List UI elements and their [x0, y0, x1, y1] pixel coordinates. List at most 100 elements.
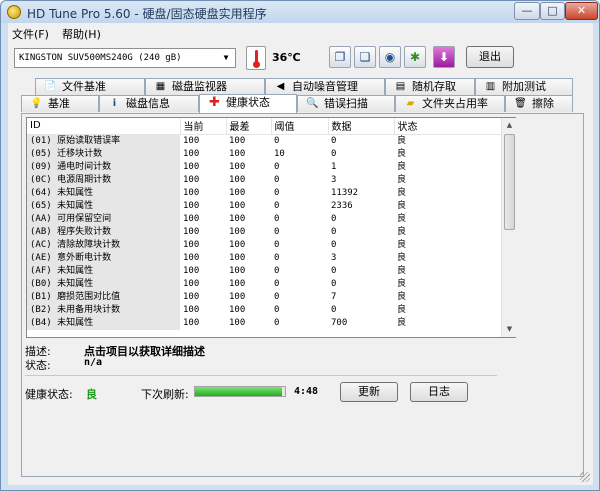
health-icon: ✚: [209, 95, 220, 110]
scroll-down-icon[interactable]: ▼: [502, 322, 517, 337]
tab-folder-usage[interactable]: ▰ 文件夹占用率: [395, 95, 505, 112]
tab-erase[interactable]: 🗑 擦除: [505, 95, 573, 112]
exit-button[interactable]: 退出: [466, 46, 514, 68]
table-cell: 3: [331, 174, 337, 185]
tab-extra-tests[interactable]: ▥ 附加测试: [475, 78, 573, 95]
table-cell: 100: [183, 135, 200, 146]
table-cell: (B0) 未知属性: [27, 277, 180, 291]
menu-file[interactable]: 文件(F): [12, 26, 49, 42]
table-cell: 0: [274, 239, 280, 250]
table-cell: 100: [229, 252, 246, 263]
table-cell: 11392: [331, 187, 359, 198]
refresh-progress-bar: [194, 386, 286, 397]
table-cell: 良: [397, 148, 407, 159]
table-cell: 0: [274, 135, 280, 146]
health-status-value: 良: [86, 388, 97, 401]
scroll-up-icon[interactable]: ▲: [502, 118, 517, 133]
table-cell: 良: [397, 291, 407, 302]
header-worst[interactable]: 最差: [226, 118, 272, 135]
tab-error-scan[interactable]: 🔍 错误扫描: [297, 95, 395, 112]
drive-select[interactable]: KINGSTON SUV500MS240G (240 gB) ▼: [14, 48, 236, 68]
dropdown-arrow-icon[interactable]: ▼: [218, 50, 234, 66]
disk-monitor-icon: ▦: [155, 81, 166, 92]
log-button[interactable]: 日志: [410, 382, 468, 402]
table-cell: (AF) 未知属性: [27, 264, 180, 278]
table-cell: 0: [274, 317, 280, 328]
table-cell: 0: [331, 304, 337, 315]
table-row[interactable]: (B0) 未知属性 100 100 0 0 良: [27, 277, 501, 291]
minimize-button[interactable]: —: [514, 2, 540, 20]
table-cell: 10: [274, 148, 285, 159]
table-scrollbar[interactable]: ▲ ▼: [501, 118, 516, 337]
tab-random-access[interactable]: ▤ 随机存取: [385, 78, 475, 95]
tab-health[interactable]: ✚ 健康状态: [199, 94, 297, 113]
table-row[interactable]: (01) 原始读取错误率 100 100 0 0 良: [27, 134, 501, 148]
table-cell: 2336: [331, 200, 353, 211]
table-cell: 100: [229, 161, 246, 172]
title-bar[interactable]: HD Tune Pro 5.60 - 硬盘/固态硬盘实用程序 — □ ✕: [1, 1, 599, 23]
temperature-value: 36℃: [272, 51, 301, 64]
table-row[interactable]: (B4) 未知属性 100 100 0 700 良: [27, 316, 501, 330]
scroll-thumb[interactable]: [504, 134, 515, 230]
table-row[interactable]: (AF) 未知属性 100 100 0 0 良: [27, 264, 501, 278]
table-cell: 100: [183, 200, 200, 211]
table-row[interactable]: (B1) 磨损范围对比值 100 100 0 7 良: [27, 290, 501, 304]
health-status-label: 健康状态:: [25, 388, 73, 401]
tab-benchmark[interactable]: 💡 基准: [21, 95, 99, 112]
copy-screenshot-icon[interactable]: ❏: [354, 46, 376, 68]
table-cell: (65) 未知属性: [27, 199, 180, 213]
table-cell: 1: [331, 161, 337, 172]
benchmark-icon: 💡: [30, 98, 43, 109]
table-cell: 良: [397, 226, 407, 237]
table-row[interactable]: (AC) 清除故障块计数 100 100 0 0 良: [27, 238, 501, 252]
table-cell: 100: [229, 278, 246, 289]
table-row[interactable]: (0C) 电源周期计数 100 100 0 3 良: [27, 173, 501, 187]
table-cell: 0: [274, 304, 280, 315]
table-cell: 100: [229, 291, 246, 302]
menu-help[interactable]: 帮助(H): [62, 26, 101, 42]
table-cell: 100: [183, 161, 200, 172]
header-current[interactable]: 当前: [180, 118, 227, 135]
tab-disk-info[interactable]: i 磁盘信息: [99, 95, 199, 112]
table-row[interactable]: (05) 迁移块计数 100 100 10 0 良: [27, 147, 501, 161]
update-button[interactable]: 更新: [340, 382, 398, 402]
table-cell: 0: [331, 213, 337, 224]
copy-info-icon[interactable]: ❐: [329, 46, 351, 68]
table-cell: 100: [183, 226, 200, 237]
table-row[interactable]: (AB) 程序失败计数 100 100 0 0 良: [27, 225, 501, 239]
smart-table-container: ID 当前 最差 阈值 数据 状态 (01) 原始读取错误率 100 100 0 0 良(…: [26, 117, 516, 338]
table-cell: (09) 通电时间计数: [27, 160, 180, 174]
maximize-button[interactable]: □: [540, 2, 565, 20]
header-threshold[interactable]: 阈值: [271, 118, 329, 135]
info-icon: i: [112, 98, 117, 109]
tab-file-benchmark[interactable]: 📄 文件基准: [35, 78, 145, 95]
header-id[interactable]: ID: [27, 118, 181, 135]
table-row[interactable]: (B2) 未用备用块计数 100 100 0 0 良: [27, 303, 501, 317]
table-row[interactable]: (09) 通电时间计数 100 100 0 1 良: [27, 160, 501, 174]
header-data[interactable]: 数据: [328, 118, 395, 135]
table-row[interactable]: (64) 未知属性 100 100 0 11392 良: [27, 186, 501, 200]
close-button[interactable]: ✕: [565, 2, 598, 20]
tab-aam[interactable]: ◀ 自动噪音管理: [265, 78, 385, 95]
camera-icon[interactable]: ◉: [379, 46, 401, 68]
header-status[interactable]: 状态: [394, 118, 502, 135]
resize-grip-icon[interactable]: [580, 472, 590, 482]
table-cell: 0: [274, 252, 280, 263]
table-cell: 0: [274, 291, 280, 302]
folder-icon: ▰: [406, 98, 415, 109]
options-icon[interactable]: ✱: [404, 46, 426, 68]
table-row[interactable]: (AA) 可用保留空间 100 100 0 0 良: [27, 212, 501, 226]
table-cell: 良: [397, 304, 407, 315]
tab-disk-monitor[interactable]: ▦ 磁盘监视器: [145, 78, 265, 95]
smart-table: ID 当前 最差 阈值 数据 状态 (01) 原始读取错误率 100 100 0 0 良(…: [27, 118, 502, 330]
save-download-icon[interactable]: ⬇: [433, 46, 455, 68]
table-cell: 100: [229, 187, 246, 198]
table-cell: (01) 原始读取错误率: [27, 134, 180, 148]
table-cell: 0: [274, 161, 280, 172]
table-row[interactable]: (AE) 意外断电计数 100 100 0 3 良: [27, 251, 501, 265]
table-cell: 100: [229, 317, 246, 328]
table-cell: 良: [397, 135, 407, 146]
table-cell: (B4) 未知属性: [27, 316, 180, 330]
file-benchmark-icon: 📄: [44, 81, 57, 92]
table-row[interactable]: (65) 未知属性 100 100 0 2336 良: [27, 199, 501, 213]
